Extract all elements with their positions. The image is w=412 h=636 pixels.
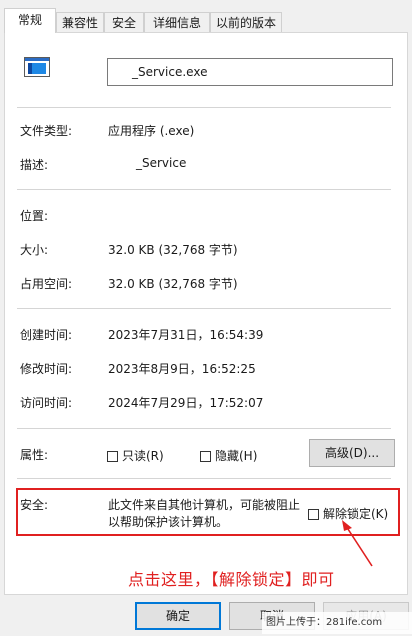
checkbox-icon xyxy=(308,509,319,520)
tab-details[interactable]: 详细信息 xyxy=(144,12,210,32)
hidden-checkbox-label: 隐藏(H) xyxy=(215,449,258,463)
advanced-button[interactable]: 高级(D)... xyxy=(309,439,395,467)
watermark-text: 图片上传于：281ife.com xyxy=(262,612,412,634)
ok-button[interactable]: 确定 xyxy=(135,602,221,630)
file-type-value: 应用程序 (.exe) xyxy=(108,124,195,138)
size-on-disk-label: 占用空间: xyxy=(20,277,73,291)
file-type-label: 文件类型: xyxy=(20,124,73,138)
readonly-checkbox[interactable]: 只读(R) xyxy=(107,447,164,464)
modified-label: 修改时间: xyxy=(20,362,73,376)
modified-value: 2023年8月9日，16:52:25 xyxy=(108,362,256,376)
size-value: 32.0 KB (32,768 字节) xyxy=(108,243,238,257)
attributes-label: 属性: xyxy=(20,448,49,462)
hidden-checkbox[interactable]: 隐藏(H) xyxy=(200,447,257,464)
executable-window-icon xyxy=(24,57,50,77)
separator xyxy=(17,428,391,429)
size-label: 大小: xyxy=(20,243,49,257)
security-message-line2: 以帮助保护该计算机。 xyxy=(108,515,229,529)
description-value: _Service xyxy=(136,156,187,170)
separator xyxy=(17,308,391,309)
security-label: 安全: xyxy=(20,498,49,512)
tab-general[interactable]: 常规 xyxy=(4,8,56,33)
checkbox-icon xyxy=(107,451,118,462)
location-label: 位置: xyxy=(20,209,49,223)
tab-strip: 常规 兼容性 安全 详细信息 以前的版本 xyxy=(0,0,412,33)
annotation-arrow-icon xyxy=(342,520,373,567)
tab-compatibility[interactable]: 兼容性 xyxy=(56,12,104,32)
readonly-checkbox-label: 只读(R) xyxy=(122,449,164,463)
accessed-value: 2024年7月29日，17:52:07 xyxy=(108,396,264,410)
annotation-text: 点击这里，【解除锁定】即可 xyxy=(128,570,335,589)
accessed-label: 访问时间: xyxy=(20,396,73,410)
description-label: 描述: xyxy=(20,158,49,172)
size-on-disk-value: 32.0 KB (32,768 字节) xyxy=(108,277,238,291)
created-value: 2023年7月31日，16:54:39 xyxy=(108,328,264,342)
tab-previous-versions[interactable]: 以前的版本 xyxy=(210,12,282,32)
tab-security[interactable]: 安全 xyxy=(104,12,144,32)
separator xyxy=(17,189,391,190)
security-message-line1: 此文件来自其他计算机，可能被阻止 xyxy=(108,498,301,512)
file-name-input[interactable]: _Service.exe xyxy=(107,58,393,86)
separator xyxy=(17,107,391,108)
created-label: 创建时间: xyxy=(20,328,73,342)
checkbox-icon xyxy=(200,451,211,462)
separator xyxy=(17,478,391,479)
